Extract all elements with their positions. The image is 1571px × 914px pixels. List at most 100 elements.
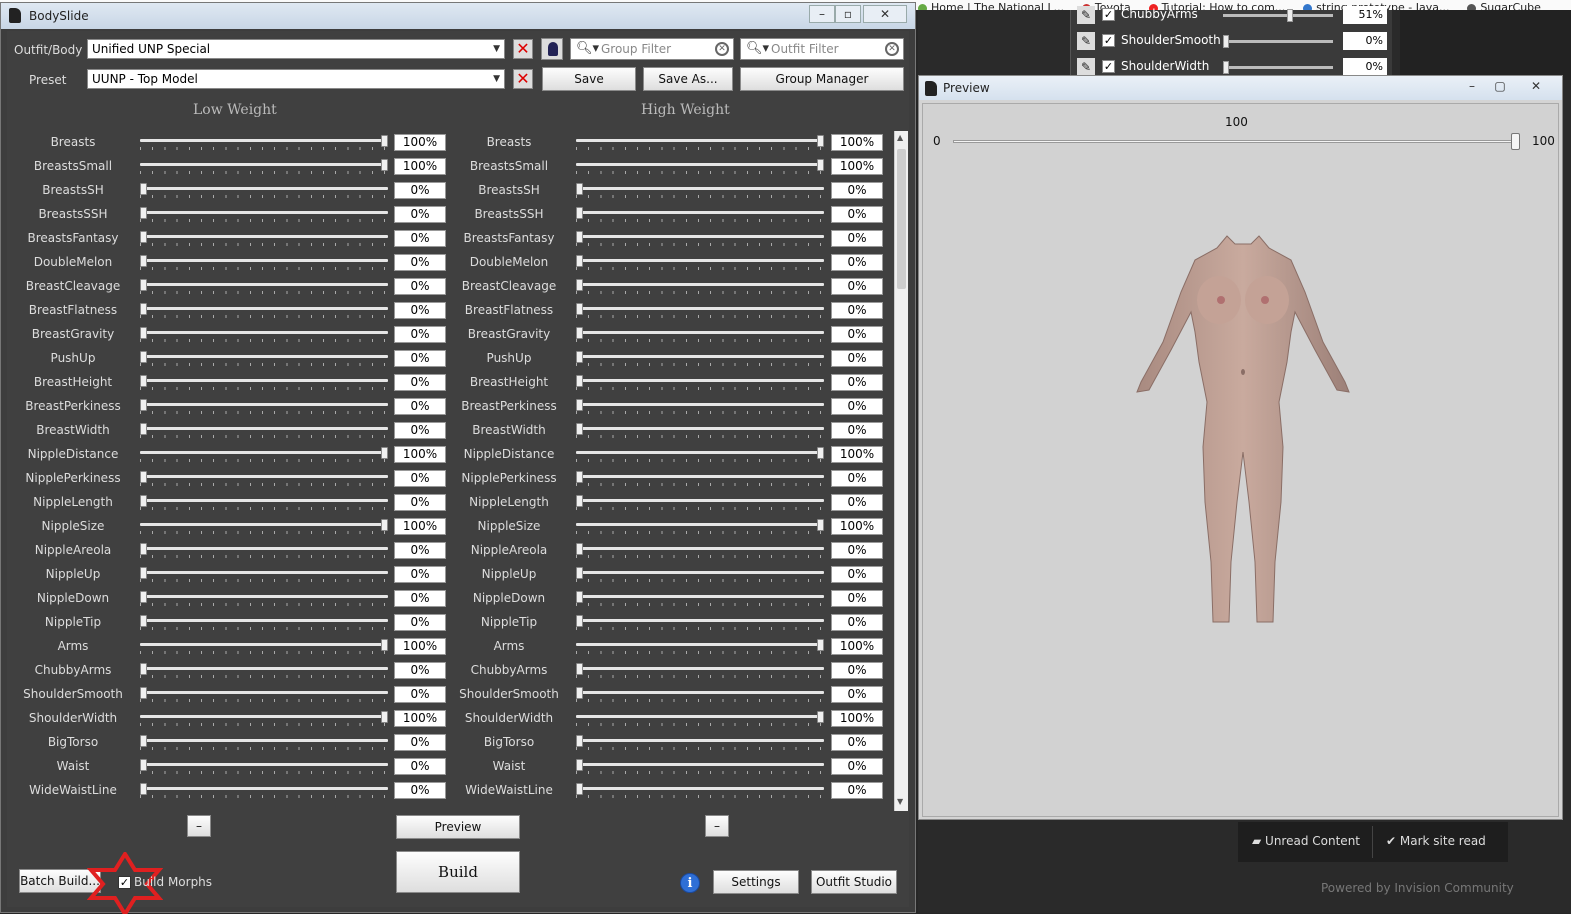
low-weight-value-field[interactable]: 0% — [394, 662, 446, 679]
preset-dropdown[interactable]: UUNP - Top Model ▼ — [87, 69, 505, 89]
low-weight-slider-track[interactable] — [140, 375, 388, 391]
high-weight-slider-thumb[interactable] — [817, 135, 824, 147]
high-weight-value-field[interactable]: 0% — [831, 470, 883, 487]
save-as-button[interactable]: Save As... — [643, 67, 733, 91]
high-weight-slider-thumb[interactable] — [576, 495, 583, 507]
high-weight-value-field[interactable]: 100% — [831, 446, 883, 463]
high-weight-value-field[interactable]: 0% — [831, 590, 883, 607]
low-weight-slider-track[interactable] — [140, 639, 388, 655]
group-filter-input[interactable]: 🔍︎▾ Group Filter ✕ — [570, 38, 734, 60]
low-weight-slider-track[interactable] — [140, 495, 388, 511]
high-weight-value-field[interactable]: 0% — [831, 422, 883, 439]
high-weight-value-field[interactable]: 0% — [831, 230, 883, 247]
low-weight-slider-thumb[interactable] — [140, 663, 147, 675]
low-weight-slider-track[interactable] — [140, 471, 388, 487]
low-weight-slider-thumb[interactable] — [140, 783, 147, 795]
low-weight-slider-thumb[interactable] — [140, 423, 147, 435]
low-weight-value-field[interactable]: 0% — [394, 302, 446, 319]
high-weight-slider-track[interactable] — [576, 735, 824, 751]
high-weight-slider-track[interactable] — [576, 639, 824, 655]
high-weight-collapse-button[interactable]: – — [705, 815, 729, 837]
low-weight-value-field[interactable]: 100% — [394, 134, 446, 151]
high-weight-slider-track[interactable] — [576, 615, 824, 631]
high-weight-value-field[interactable]: 0% — [831, 254, 883, 271]
low-weight-slider-track[interactable] — [140, 351, 388, 367]
high-weight-value-field[interactable]: 0% — [831, 278, 883, 295]
low-weight-slider-track[interactable] — [140, 231, 388, 247]
low-weight-value-field[interactable]: 0% — [394, 542, 446, 559]
preview-viewport[interactable]: 100 0 100 — [922, 103, 1559, 817]
high-weight-value-field[interactable]: 0% — [831, 302, 883, 319]
low-weight-slider-track[interactable] — [140, 399, 388, 415]
high-weight-value-field[interactable]: 0% — [831, 182, 883, 199]
high-weight-value-field[interactable]: 0% — [831, 614, 883, 631]
high-weight-value-field[interactable]: 0% — [831, 758, 883, 775]
low-weight-slider-track[interactable] — [140, 687, 388, 703]
high-weight-slider-track[interactable] — [576, 303, 824, 319]
low-weight-slider-thumb[interactable] — [140, 207, 147, 219]
high-weight-slider-track[interactable] — [576, 591, 824, 607]
high-weight-slider-thumb[interactable] — [576, 231, 583, 243]
low-weight-value-field[interactable]: 0% — [394, 782, 446, 799]
low-weight-slider-thumb[interactable] — [140, 375, 147, 387]
high-weight-slider-track[interactable] — [576, 663, 824, 679]
high-weight-slider-track[interactable] — [576, 279, 824, 295]
save-button[interactable]: Save — [542, 67, 636, 91]
high-weight-value-field[interactable]: 0% — [831, 494, 883, 511]
low-weight-slider-track[interactable] — [140, 543, 388, 559]
high-weight-slider-track[interactable] — [576, 375, 824, 391]
low-weight-slider-thumb[interactable] — [381, 447, 388, 459]
high-weight-value-field[interactable]: 0% — [831, 542, 883, 559]
bg-slider-value[interactable]: 0% — [1343, 32, 1387, 50]
low-weight-slider-track[interactable] — [140, 279, 388, 295]
high-weight-slider-thumb[interactable] — [576, 351, 583, 363]
high-weight-value-field[interactable]: 0% — [831, 782, 883, 799]
high-weight-slider-thumb[interactable] — [576, 687, 583, 699]
mark-site-read-link[interactable]: ✔ Mark site read — [1386, 834, 1486, 848]
low-weight-value-field[interactable]: 0% — [394, 206, 446, 223]
low-weight-value-field[interactable]: 100% — [394, 158, 446, 175]
high-weight-slider-thumb[interactable] — [576, 471, 583, 483]
high-weight-slider-thumb[interactable] — [817, 519, 824, 531]
pencil-icon[interactable]: ✎ — [1077, 32, 1095, 50]
bodyslide-titlebar[interactable]: BodySlide – ▫ ✕ — [1, 3, 915, 29]
bg-slider-value[interactable]: 51% — [1343, 6, 1387, 24]
low-weight-slider-track[interactable] — [140, 615, 388, 631]
outfit-filter-input[interactable]: 🔍︎▾ Outfit Filter ✕ — [740, 38, 904, 60]
low-weight-slider-thumb[interactable] — [381, 519, 388, 531]
low-weight-slider-thumb[interactable] — [140, 591, 147, 603]
low-weight-slider-thumb[interactable] — [140, 495, 147, 507]
high-weight-slider-thumb[interactable] — [576, 543, 583, 555]
high-weight-slider-track[interactable] — [576, 783, 824, 799]
low-weight-slider-track[interactable] — [140, 519, 388, 535]
low-weight-value-field[interactable]: 0% — [394, 350, 446, 367]
low-weight-value-field[interactable]: 0% — [394, 278, 446, 295]
high-weight-value-field[interactable]: 0% — [831, 566, 883, 583]
low-weight-value-field[interactable]: 0% — [394, 494, 446, 511]
build-button[interactable]: Build — [396, 851, 520, 893]
high-weight-slider-track[interactable] — [576, 543, 824, 559]
group-manager-button[interactable]: Group Manager — [740, 67, 904, 91]
low-weight-slider-track[interactable] — [140, 783, 388, 799]
high-weight-slider-track[interactable] — [576, 231, 824, 247]
low-weight-slider-thumb[interactable] — [140, 183, 147, 195]
high-weight-value-field[interactable]: 100% — [831, 638, 883, 655]
low-weight-slider-thumb[interactable] — [140, 759, 147, 771]
high-weight-slider-thumb[interactable] — [576, 663, 583, 675]
bg-slider-thumb[interactable] — [1223, 61, 1229, 74]
high-weight-value-field[interactable]: 0% — [831, 662, 883, 679]
low-weight-slider-thumb[interactable] — [381, 639, 388, 651]
build-morphs-checkbox[interactable]: ✓ — [118, 876, 131, 889]
low-weight-value-field[interactable]: 100% — [394, 710, 446, 727]
info-icon[interactable]: i — [680, 873, 700, 893]
settings-button[interactable]: Settings — [713, 870, 799, 894]
bg-slider-track[interactable] — [1223, 61, 1333, 74]
high-weight-slider-thumb[interactable] — [576, 207, 583, 219]
high-weight-slider-thumb[interactable] — [817, 447, 824, 459]
high-weight-slider-thumb[interactable] — [576, 255, 583, 267]
checkbox[interactable]: ✓ — [1102, 34, 1115, 47]
high-weight-value-field[interactable]: 100% — [831, 710, 883, 727]
preview-button[interactable]: Preview — [396, 815, 520, 839]
high-weight-slider-track[interactable] — [576, 471, 824, 487]
low-weight-slider-thumb[interactable] — [381, 711, 388, 723]
